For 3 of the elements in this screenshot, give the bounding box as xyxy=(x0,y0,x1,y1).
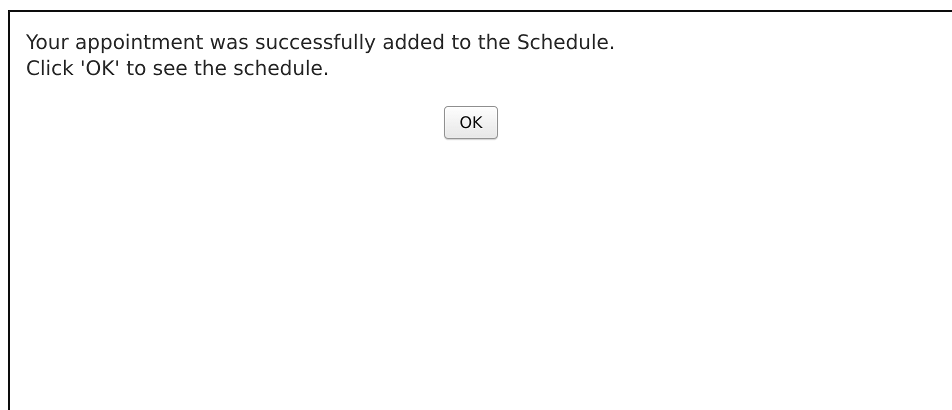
ok-button[interactable]: OK xyxy=(444,106,498,139)
message-text: Your appointment was successfully added to the Schedule. xyxy=(26,29,616,55)
message-text: Click 'OK' to see the schedule. xyxy=(26,55,330,81)
